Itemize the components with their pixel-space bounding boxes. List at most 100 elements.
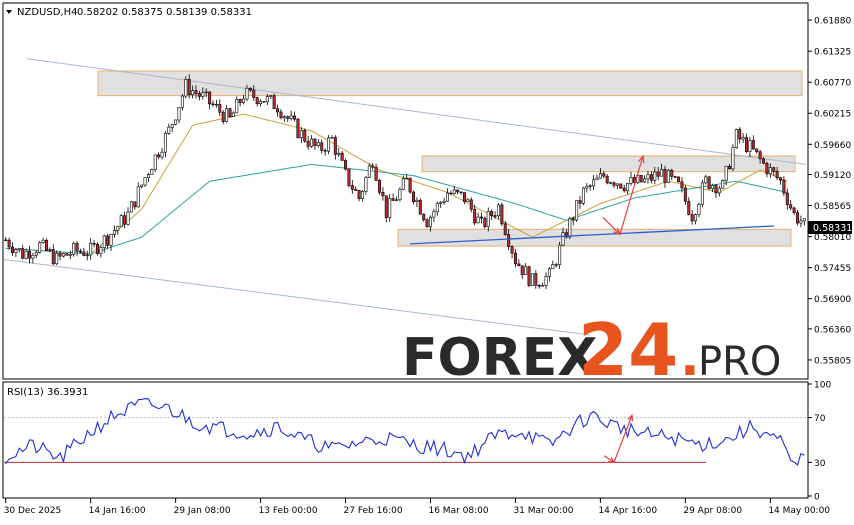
candle-body [670, 169, 674, 177]
candle-body [561, 232, 565, 246]
candle-body [95, 243, 99, 254]
price-panel [2, 2, 809, 380]
candle-body [439, 202, 443, 204]
time-tick-label: 14 Jan 16:00 [89, 506, 146, 516]
candle-body [782, 179, 786, 194]
candle [296, 118, 300, 139]
candle-body [707, 176, 711, 189]
candle-body [41, 239, 45, 243]
candle-body [65, 253, 69, 256]
time-tick-label: 14 Apr 16:00 [598, 506, 657, 516]
symbol-label: NZDUSD,H4 [17, 7, 77, 18]
candle-body [242, 98, 246, 103]
candle-body [405, 177, 409, 180]
candle [721, 179, 725, 189]
candle-body [568, 218, 572, 238]
candle-body [17, 248, 21, 251]
candle-body [486, 211, 490, 227]
candle-body [313, 138, 317, 147]
candle-body [136, 186, 140, 208]
candle-body [646, 174, 650, 180]
candle-body [544, 276, 548, 286]
candle-body [527, 266, 531, 286]
candle-body [802, 218, 806, 222]
candle-body [602, 173, 606, 177]
candle-body [653, 171, 657, 181]
candle-body [683, 187, 687, 202]
candle [44, 238, 48, 252]
candle-body [690, 214, 694, 222]
candle-body [31, 254, 35, 259]
candle-body [38, 242, 42, 253]
candle-body [721, 180, 725, 189]
candle-body [146, 174, 150, 178]
candle-body [571, 218, 575, 221]
candle-body [612, 182, 616, 186]
rsi-tick-label: 70 [814, 414, 826, 424]
price-tick-label: 0.59660 [814, 141, 851, 151]
time-axis: 30 Dec 2025 14 Jan 16:00 29 Jan 08:00 13 Fe… [4, 498, 830, 516]
candle-body [789, 204, 793, 209]
candle-body [452, 189, 456, 194]
candle-body [350, 185, 354, 190]
candle-body [534, 273, 538, 286]
candle-body [289, 115, 293, 119]
candle-body [323, 150, 327, 152]
candle-body [449, 192, 453, 195]
candle-body [320, 142, 324, 151]
candle-body [245, 87, 249, 100]
candle [65, 253, 69, 256]
candle-body [530, 273, 534, 286]
candle-body [537, 285, 541, 287]
price-tick-label: 0.57455 [814, 264, 851, 274]
candle [228, 107, 232, 118]
candle-body [493, 215, 497, 217]
candle [418, 198, 422, 215]
candle [344, 158, 348, 171]
candle-body [578, 200, 582, 204]
candle-body [772, 167, 776, 172]
candle-body [364, 176, 368, 192]
candle-body [126, 211, 130, 225]
candle-body [112, 230, 116, 235]
candle-body [269, 95, 273, 97]
candle-body [598, 173, 602, 179]
candle-body [293, 115, 297, 120]
candle-body [751, 140, 755, 150]
candle [558, 241, 562, 269]
candle [677, 176, 681, 183]
candle-body [388, 198, 392, 218]
rsi-title: RSI(13) 36.3931 [7, 387, 88, 398]
candle-body [296, 118, 300, 139]
candle-body [68, 253, 72, 256]
candle-body [140, 184, 144, 188]
candle-body [700, 182, 704, 205]
candle-body [503, 223, 507, 235]
candle-body [476, 216, 480, 224]
candle-body [445, 192, 449, 202]
rsi-tick-label: 100 [814, 381, 831, 391]
price-axis: 0.61880 0.61325 0.60770 0.60215 0.59660 0.591… [808, 17, 851, 366]
watermark-number: 24 [578, 308, 678, 392]
candle [700, 179, 704, 208]
candle-body [163, 133, 167, 153]
candle-body [262, 101, 266, 103]
candle-body [490, 211, 494, 216]
candle-body [510, 246, 514, 254]
candle-body [310, 138, 314, 147]
candle-body [106, 235, 110, 246]
candle-body [745, 137, 749, 152]
candle-body [180, 95, 184, 108]
candle-body [72, 243, 76, 255]
candle-body [469, 199, 473, 210]
candle-body [418, 199, 422, 215]
candle-body [517, 263, 521, 267]
candle [72, 241, 76, 257]
candle [707, 176, 711, 190]
candle-body [330, 137, 334, 139]
chart-canvas: FOREX 24 . PRO NZDUSD,H4 0.58202 0.58375… [2, 2, 852, 516]
candle-body [415, 199, 419, 203]
price-tick-label: 0.59120 [814, 171, 851, 181]
candle [347, 168, 351, 188]
candle-body [694, 214, 698, 222]
